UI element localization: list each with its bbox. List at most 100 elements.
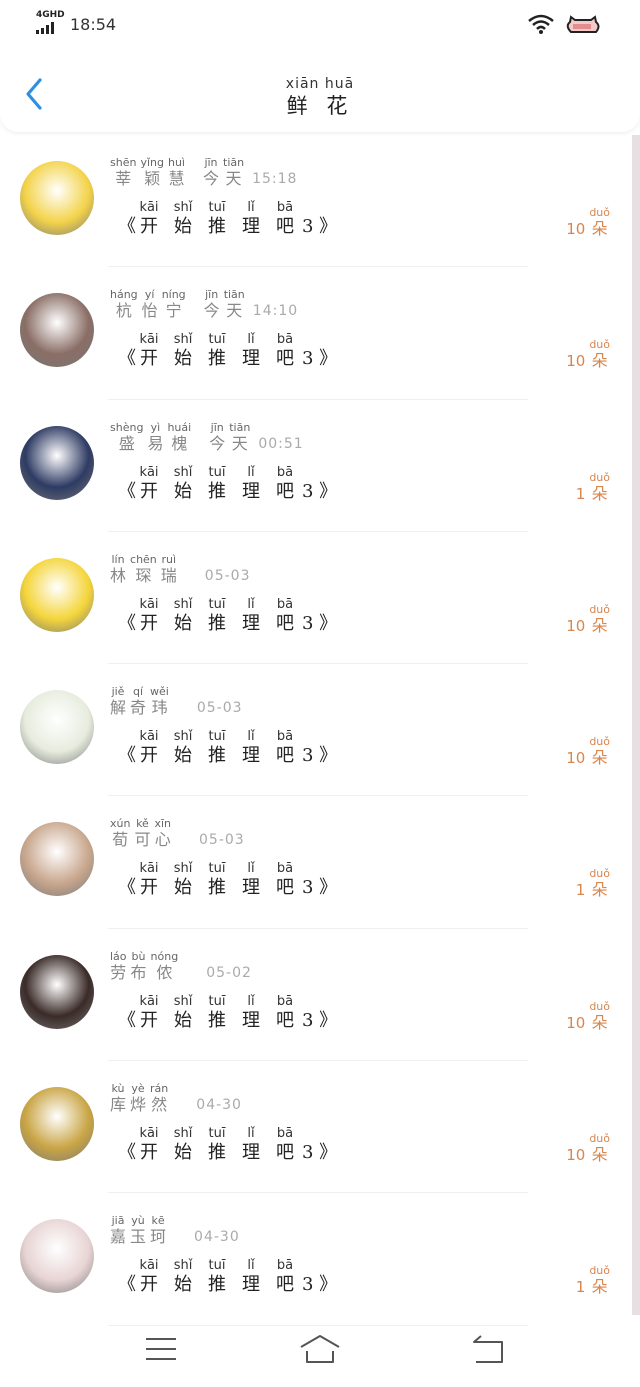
pinyin: xīn [154, 817, 172, 831]
pinyin: wěi [150, 685, 169, 699]
hanzi: 推 [208, 216, 226, 237]
avatar[interactable] [20, 1087, 94, 1162]
unit-word: duǒ 朵 [589, 471, 610, 504]
ruby-word: kē 珂 [150, 1215, 166, 1247]
list-item[interactable]: jiě 解 qí 奇 wěi 玮 05-03 《 kāi 开 shǐ 始 tuī… [0, 664, 632, 797]
pinyin: háng [110, 288, 138, 302]
ruby-word: shǐ 始 [170, 1127, 196, 1165]
ruby-word: kāi 开 [136, 1259, 162, 1297]
hanzi: 荀 [112, 830, 129, 850]
ruby-word: kāi 开 [136, 464, 162, 504]
menu-button[interactable] [144, 1333, 178, 1369]
pinyin: jiā [111, 1214, 125, 1228]
ruby-word: shǐ 始 [170, 862, 196, 900]
avatar[interactable] [20, 690, 94, 765]
ruby-word: lín 林 [110, 553, 126, 586]
ruby-word: bā 吧 [272, 1127, 298, 1165]
pinyin: tuī [208, 464, 226, 480]
avatar[interactable] [20, 161, 94, 235]
list-item[interactable]: jiā 嘉 yù 玉 kē 珂 04-30 《 kāi 开 shǐ 始 tuī … [0, 1193, 632, 1326]
hanzi: 朵 [591, 1145, 608, 1165]
flower-count: 10 duǒ 朵 [566, 339, 614, 371]
list-item[interactable]: xún 荀 kě 可 xīn 心 05-03 《 kāi 开 shǐ 始 tuī… [0, 796, 632, 929]
back-arrow-icon [473, 1335, 503, 1363]
bracket-open: 《 [118, 612, 136, 634]
ruby-word: tuī 推 [204, 1259, 230, 1297]
hanzi: 始 [174, 480, 192, 502]
pinyin: duǒ [589, 1264, 610, 1278]
pinyin: bā [276, 1126, 294, 1142]
timestamp: 04-30 [194, 1229, 240, 1246]
pinyin: kāi [139, 1126, 159, 1142]
pinyin: jīn [210, 420, 224, 434]
pinyin: kāi [139, 861, 159, 877]
flower-count: 1 duǒ 朵 [576, 1265, 614, 1297]
hanzi: 可 [134, 830, 151, 850]
sender-name: háng 杭 yí 怡 níng 宁 [110, 289, 190, 321]
navigation-bar [0, 1315, 640, 1387]
pinyin: shēn [110, 156, 137, 169]
list-item[interactable]: shēn 莘 yǐng 颖 huì 慧 jīn 今 tiān 天 15:18 《… [0, 135, 632, 268]
hanzi: 推 [208, 612, 226, 634]
message-text: 《 kāi 开 shǐ 始 tuī 推 lǐ 理 bā 吧 3 》 [118, 597, 337, 636]
flower-count: 10 duǒ 朵 [566, 999, 614, 1033]
hanzi: 吧 [276, 216, 294, 237]
pinyin: kāi [139, 729, 159, 745]
sender-info: shèng 盛 yì 易 huái 槐 jīn 今 tiān 天 00:51 [110, 420, 304, 454]
pinyin: jīn [204, 156, 218, 169]
pinyin: tuī [208, 332, 226, 348]
avatar[interactable] [20, 557, 94, 632]
pinyin: huì [167, 156, 185, 169]
status-time: 18:54 [70, 15, 117, 34]
hanzi: 吧 [276, 1142, 294, 1164]
hanzi: 珂 [150, 1227, 167, 1247]
ruby-word: bā 吧 [272, 862, 298, 900]
hanzi: 烨 [130, 1095, 147, 1115]
pinyin: xún [110, 817, 131, 831]
pinyin: lǐ [247, 200, 255, 215]
list-item[interactable]: láo 劳 bù 布 nóng 侬 05-02 《 kāi 开 shǐ 始 tu… [0, 929, 632, 1062]
hanzi: 吧 [276, 348, 294, 370]
pinyin: kāi [139, 464, 159, 480]
list-item[interactable]: háng 杭 yí 怡 níng 宁 jīn 今 tiān 天 14:10 《 … [0, 267, 632, 400]
hanzi: 理 [242, 1142, 260, 1164]
ruby-word: shǐ 始 [170, 333, 196, 371]
ruby-word: tuī 推 [204, 333, 230, 371]
back-nav-button[interactable] [470, 1333, 506, 1369]
ruby-word: xīn 心 [154, 818, 171, 850]
bracket-close: 3 》 [302, 1009, 338, 1031]
hanzi: 瑞 [160, 565, 177, 585]
avatar[interactable] [20, 822, 94, 897]
avatar[interactable] [20, 954, 94, 1029]
pinyin: bā [276, 200, 294, 215]
pinyin: duǒ [589, 206, 610, 219]
bracket-open: 《 [118, 216, 136, 237]
pinyin: rán [150, 1082, 169, 1096]
hanzi: 始 [174, 348, 192, 370]
ruby-word: tuī 推 [204, 597, 230, 636]
ruby-word: yì 易 [147, 421, 163, 454]
pinyin: shǐ [173, 1126, 193, 1142]
avatar[interactable] [20, 1219, 94, 1294]
ruby-word: tuī 推 [204, 862, 230, 900]
hanzi: 推 [208, 877, 226, 899]
ruby-word: bā 吧 [272, 597, 298, 636]
scrollbar[interactable] [632, 135, 640, 1315]
hanzi: 开 [140, 1142, 158, 1164]
count-value: 10 [566, 1013, 586, 1032]
list-item[interactable]: kù 库 yè 烨 rán 然 04-30 《 kāi 开 shǐ 始 tuī … [0, 1061, 632, 1194]
list-item[interactable]: shèng 盛 yì 易 huái 槐 jīn 今 tiān 天 00:51 《… [0, 400, 632, 532]
ruby-word: lǐ 理 [238, 201, 264, 239]
count-value: 1 [575, 1278, 586, 1297]
home-button[interactable] [298, 1333, 342, 1369]
avatar[interactable] [20, 293, 94, 368]
message-text: 《 kāi 开 shǐ 始 tuī 推 lǐ 理 bā 吧 3 》 [118, 333, 337, 371]
avatar[interactable] [20, 425, 94, 500]
pinyin: duǒ [589, 999, 610, 1013]
list-item[interactable]: lín 林 chēn 琛 ruì 瑞 05-03 《 kāi 开 shǐ 始 t… [0, 532, 632, 665]
ruby-word: rán 然 [150, 1083, 168, 1115]
sender-info: lín 林 chēn 琛 ruì 瑞 05-03 [110, 553, 250, 586]
ruby-word: kāi 开 [136, 201, 162, 239]
pinyin: yí [144, 288, 155, 302]
hanzi: 推 [208, 1142, 226, 1164]
